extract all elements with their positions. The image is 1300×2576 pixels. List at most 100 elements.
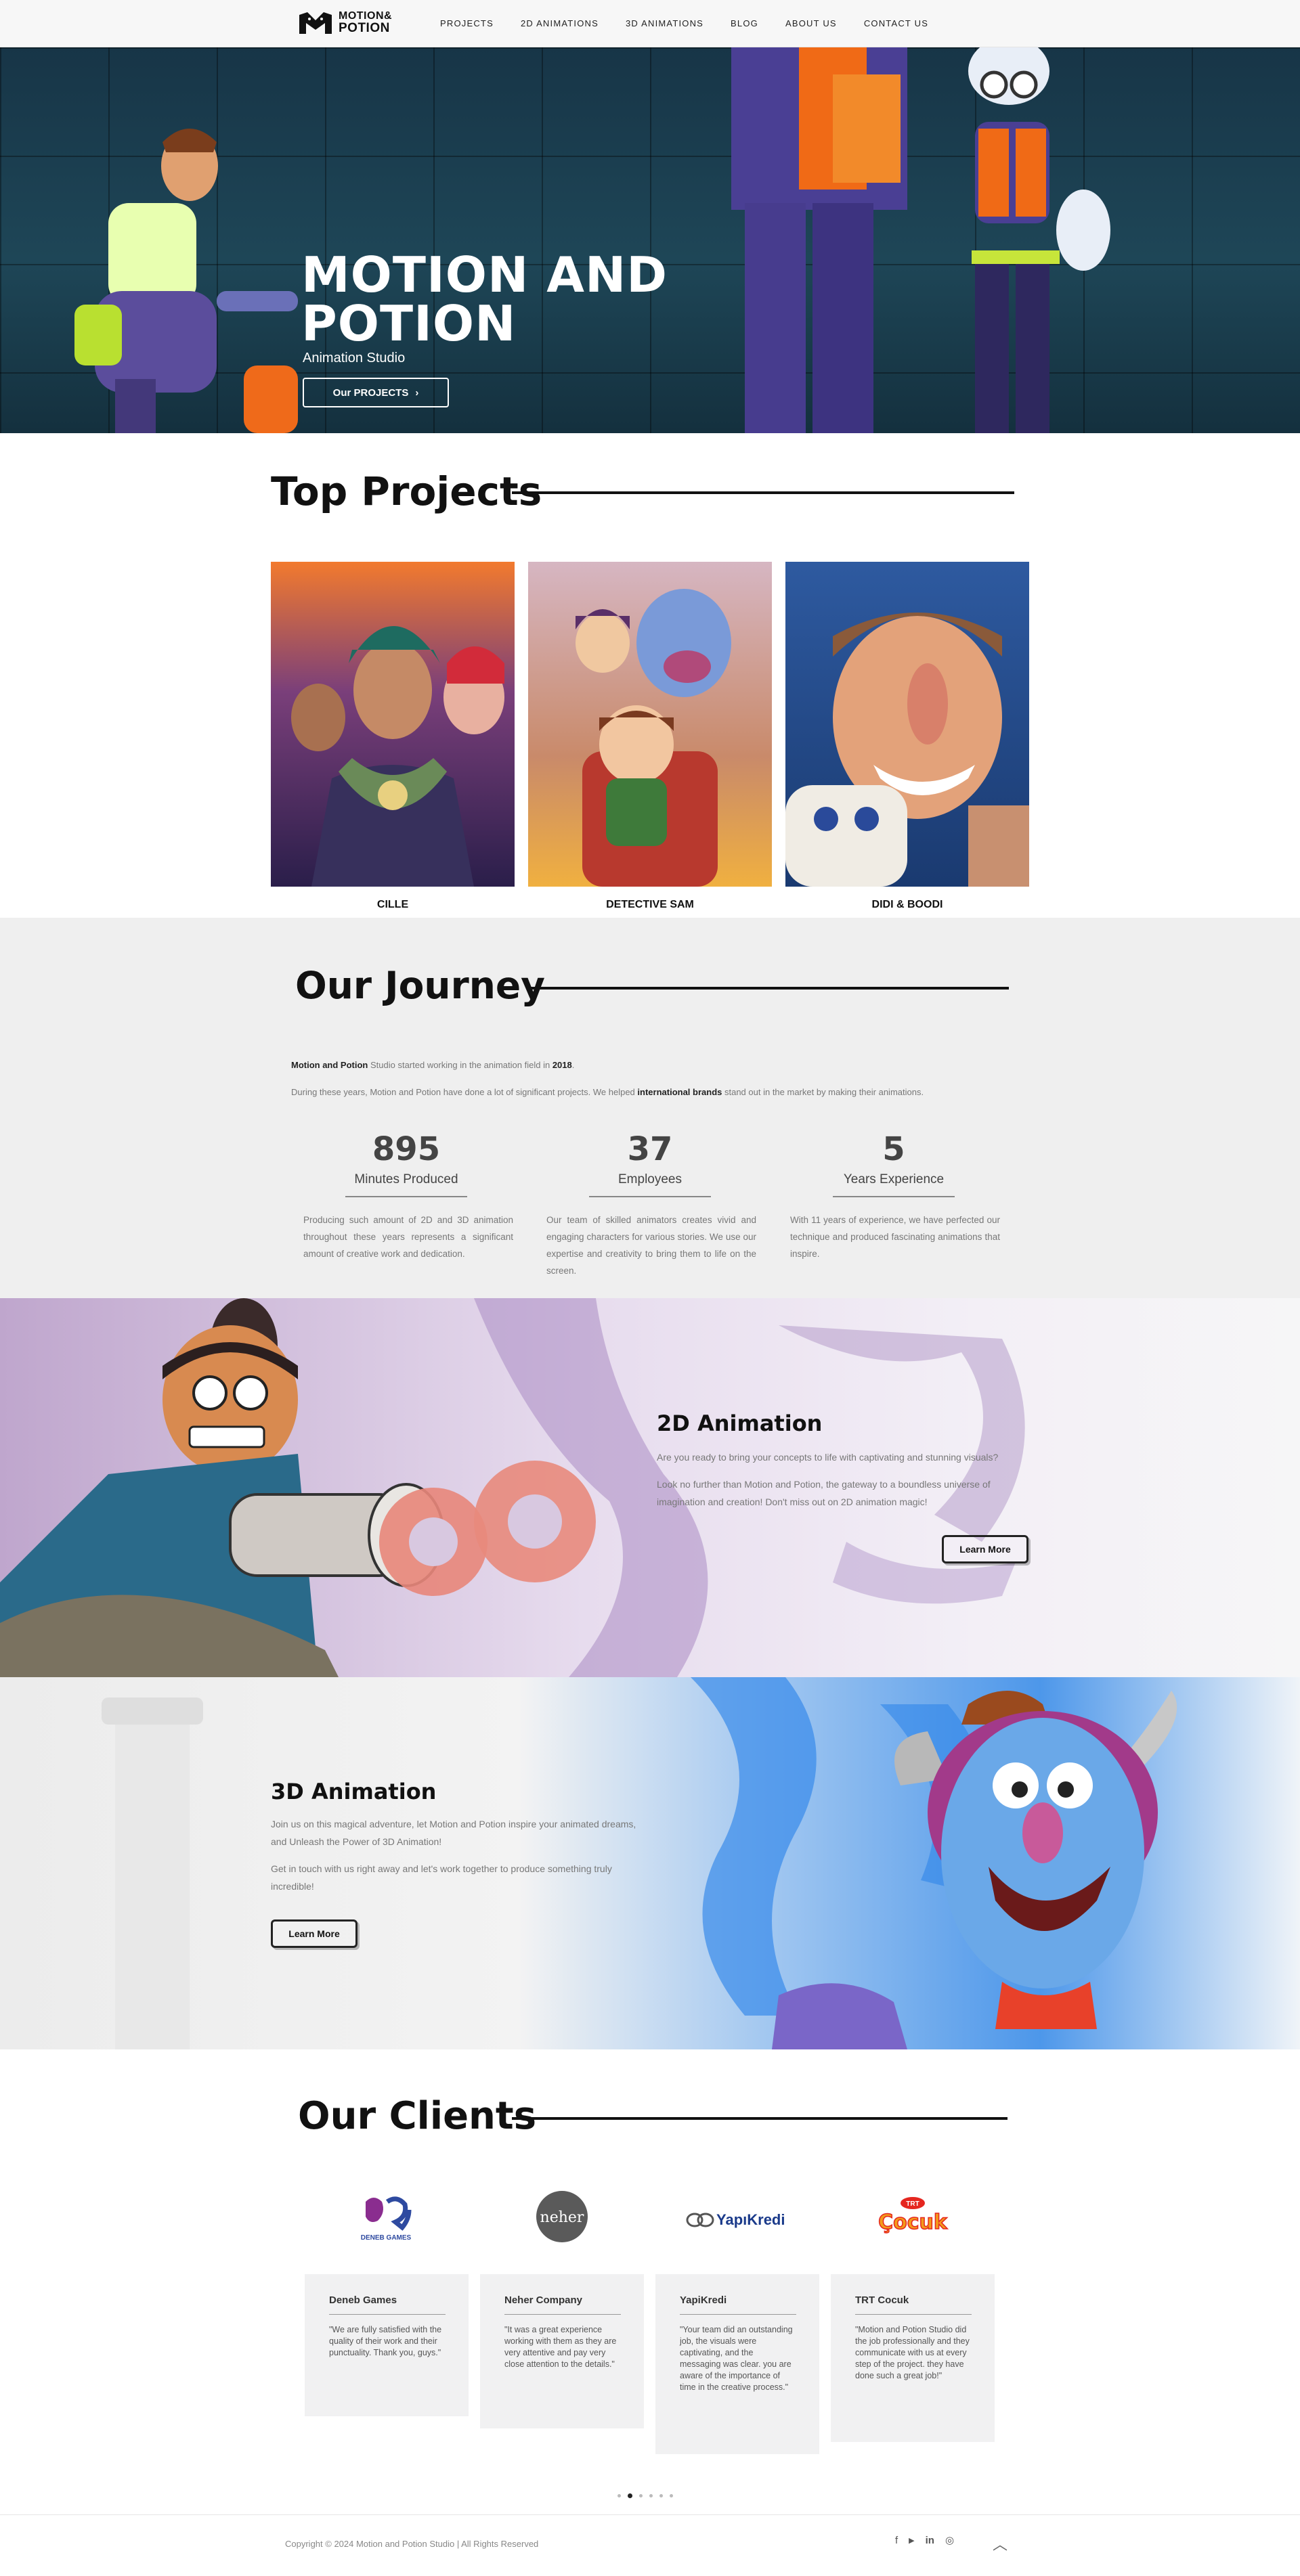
our-projects-button-label: Our PROJECTS	[332, 386, 409, 399]
animation-3d-illustration	[102, 1677, 1177, 2049]
testimonial-name-deneb: Deneb Games	[329, 2294, 446, 2315]
neher-logo-text: neher	[540, 2209, 584, 2226]
project-thumbnail-didi-boodi	[785, 562, 1029, 887]
footer-divider	[0, 2514, 1300, 2515]
stat-years-number: 5	[882, 1130, 905, 1168]
client-logo-neher[interactable]: neher	[511, 2186, 613, 2247]
stat-minutes-label: Minutes Produced	[354, 1172, 458, 1186]
footer-social-links: f ▶ in ◎	[895, 2534, 954, 2547]
hero-subtitle: Animation Studio	[303, 351, 406, 365]
client-logo-deneb-games[interactable]: DENEB GAMES	[335, 2186, 437, 2247]
stat-years-divider	[833, 1196, 955, 1197]
testimonial-name-yapikredi: YapiKredi	[680, 2294, 796, 2315]
top-projects-title-line	[512, 491, 1014, 494]
our-projects-button[interactable]: Our PROJECTS ›	[303, 378, 449, 407]
carousel-dot-2[interactable]	[628, 2493, 632, 2498]
learn-more-3d-button[interactable]: Learn More	[271, 1919, 358, 1948]
logo-mark-icon	[299, 12, 332, 34]
testimonial-quote-deneb: "We are fully satisfied with the quality…	[329, 2325, 442, 2357]
testimonial-quote-neher: "It was a great experience working with …	[504, 2325, 617, 2369]
learn-more-2d-button[interactable]: Learn More	[942, 1535, 1028, 1563]
project-card-cille[interactable]	[271, 562, 515, 887]
cocuk-logo-text: Çocuk	[878, 2211, 948, 2234]
menu-item-about-us[interactable]: ABOUT US	[785, 18, 837, 28]
journey-intro-end1: .	[571, 1060, 575, 1070]
animation-3d-paragraph2: Get in touch with us right away and let'…	[271, 1863, 612, 1892]
animation-3d-paragraph1: Join us on this magical adventure, let M…	[271, 1819, 636, 1847]
stat-minutes-desc: Producing such amount of 2D and 3D anima…	[303, 1215, 513, 1259]
testimonial-card-neher: Neher Company "It was a great experience…	[480, 2274, 644, 2428]
hero-characters-illustration	[74, 47, 1110, 433]
brand-logo[interactable]: MOTION& POTION	[298, 9, 392, 37]
journey-title: Our Journey	[295, 964, 546, 1007]
client-logo-yapikredi[interactable]: YapıKredi	[685, 2186, 787, 2247]
scroll-to-top-icon[interactable]: ︿	[993, 2533, 1008, 2554]
stat-years-desc: With 11 years of experience, we have per…	[790, 1215, 1000, 1259]
logo-text: MOTION& POTION	[339, 11, 392, 35]
animation-2d-paragraph2: Look no further than Motion and Potion, …	[657, 1479, 991, 1507]
project-card-detective-sam[interactable]	[528, 562, 772, 887]
top-navbar: MOTION& POTION PROJECTS 2D ANIMATIONS 3D…	[0, 0, 1300, 47]
neher-logo-icon: neher	[536, 2191, 588, 2242]
menu-item-projects[interactable]: PROJECTS	[440, 18, 494, 28]
client-logo-trt-cocuk[interactable]: TRT Çocuk	[862, 2186, 963, 2247]
deneb-games-logo-icon: DENEB GAMES	[361, 2196, 412, 2242]
stat-employees-divider	[589, 1196, 711, 1197]
journey-title-line	[528, 987, 1009, 990]
testimonial-quote-yapikredi: "Your team did an outstanding job, the v…	[680, 2325, 793, 2392]
carousel-pagination	[618, 2493, 673, 2498]
animation-2d-illustration	[0, 1298, 1025, 1677]
stat-employees-desc: Our team of skilled animators creates vi…	[546, 1215, 756, 1276]
clients-title: Our Clients	[298, 2094, 537, 2138]
project-thumbnail-cille	[271, 562, 515, 887]
linkedin-icon[interactable]: in	[926, 2535, 934, 2546]
menu-item-2d-animations[interactable]: 2D ANIMATIONS	[521, 18, 599, 28]
main-menu: PROJECTS 2D ANIMATIONS 3D ANIMATIONS BLO…	[440, 18, 928, 28]
yapikredi-logo-text: YapıKredi	[716, 2211, 785, 2228]
hero-title: MOTION AND POTION	[301, 250, 668, 348]
clients-title-line	[512, 2117, 1008, 2120]
facebook-icon[interactable]: f	[895, 2535, 898, 2546]
deneb-logo-text: DENEB GAMES	[361, 2234, 412, 2242]
top-projects-title: Top Projects	[271, 468, 542, 514]
testimonial-card-trt-cocuk: TRT Cocuk "Motion and Potion Studio did …	[831, 2274, 995, 2442]
project-name-cille[interactable]: CILLE	[271, 899, 515, 911]
animation-3d-section	[0, 1677, 1300, 2049]
journey-intro-line2: During these years, Motion and Potion ha…	[291, 1087, 924, 1097]
project-name-didi-boodi[interactable]: DIDI & BOODI	[785, 899, 1029, 911]
stat-minutes-number: 895	[372, 1130, 441, 1168]
project-card-didi-boodi[interactable]	[785, 562, 1029, 887]
menu-item-3d-animations[interactable]: 3D ANIMATIONS	[626, 18, 703, 28]
hero-character-center	[731, 47, 907, 433]
carousel-dot-1[interactable]	[618, 2494, 621, 2497]
carousel-dot-6[interactable]	[670, 2494, 673, 2497]
stat-minutes-divider	[345, 1196, 467, 1197]
journey-intro-text2: During these years, Motion and Potion ha…	[291, 1087, 638, 1097]
menu-item-contact-us[interactable]: CONTACT US	[864, 18, 928, 28]
carousel-dot-4[interactable]	[649, 2494, 653, 2497]
stat-years-label: Years Experience	[843, 1172, 945, 1186]
hero-character-left	[74, 129, 298, 433]
hero-character-right	[968, 47, 1110, 433]
carousel-dot-3[interactable]	[639, 2494, 643, 2497]
youtube-icon[interactable]: ▶	[909, 2536, 914, 2545]
project-name-detective-sam[interactable]: DETECTIVE SAM	[528, 899, 772, 911]
testimonial-card-deneb: Deneb Games "We are fully satisfied with…	[305, 2274, 469, 2416]
stat-employees-label: Employees	[618, 1172, 682, 1186]
hero-title-line2: POTION	[301, 295, 517, 352]
hero-banner: MOTION AND POTION	[0, 47, 1300, 433]
trt-cocuk-logo-icon: TRT Çocuk	[878, 2197, 949, 2235]
journey-intro-end2: stand out in the market by making their …	[722, 1087, 924, 1097]
chevron-right-icon: ›	[415, 386, 419, 399]
menu-item-blog[interactable]: BLOG	[731, 18, 758, 28]
testimonial-card-yapikredi: YapiKredi "Your team did an outstanding …	[655, 2274, 819, 2454]
trt-logo-text: TRT	[906, 2200, 919, 2208]
carousel-dot-5[interactable]	[659, 2494, 663, 2497]
stat-employees-number: 37	[627, 1130, 673, 1168]
logo-text-line1: MOTION&	[339, 10, 393, 22]
instagram-icon[interactable]: ◎	[945, 2534, 954, 2546]
hero-title-line1: MOTION AND	[301, 246, 668, 303]
journey-brands-bold: international brands	[637, 1087, 722, 1097]
project-thumbnail-detective-sam	[528, 562, 772, 887]
animation-2d-paragraph1: Are you ready to bring your concepts to …	[657, 1452, 999, 1463]
